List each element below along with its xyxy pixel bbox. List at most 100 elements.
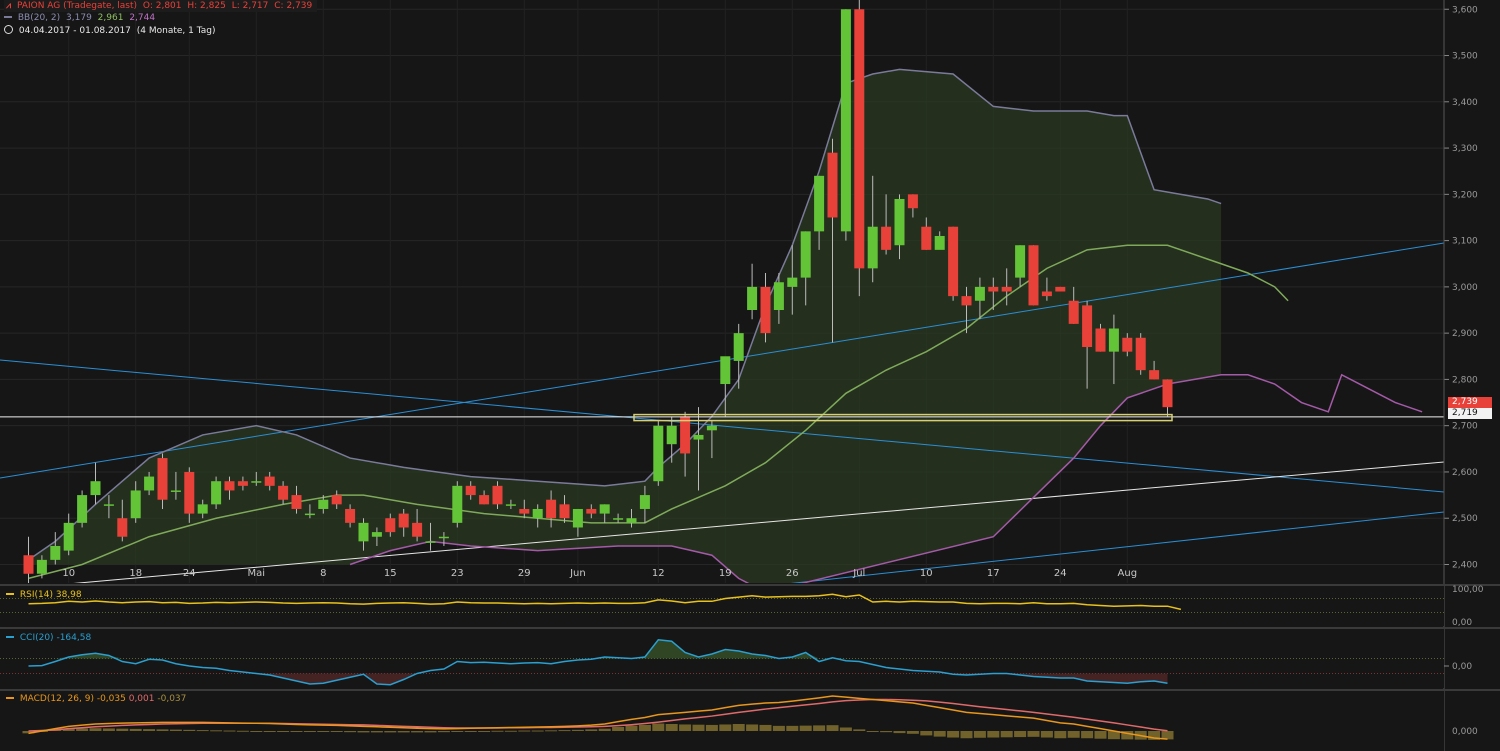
macd-histogram-bar [973,731,986,738]
macd-histogram-bar [102,728,115,731]
macd-histogram-bar [1054,731,1067,739]
candle-body [613,518,624,520]
candle-body [385,518,396,533]
macd-histogram-bar [732,724,745,731]
macd-histogram-bar [1027,731,1040,737]
candle-body [854,9,865,269]
x-tick-label: 10 [920,568,933,579]
candle-body [398,513,409,528]
candle-body [197,504,208,514]
clock-icon [4,25,13,34]
macd-histogram-bar [1014,731,1027,738]
candle [840,9,851,241]
macd-histogram-bar [411,731,424,733]
candle-body [988,286,999,292]
rsi-legend[interactable]: RSI(14) 38,98 [6,590,82,600]
macd-histogram-bar [317,731,330,732]
candle-body [184,471,195,514]
x-tick-label: Jul [852,568,865,579]
macd-histogram-bar [196,730,209,732]
macd-histogram-bar [585,729,598,731]
cci-legend[interactable]: CCI(20) -164,58 [6,633,91,643]
macd-histogram-bar [625,725,638,731]
y-tick-label: 3,300 [1452,144,1478,154]
date-range-legend[interactable]: 04.04.2017 - 01.08.2017 (4 Monate, 1 Tag… [4,25,219,37]
chart-canvas[interactable]: 10 18 24 Mai 8 15 23 29 Jun 12 19 26 Jul 10 17 24 Aug 2,… [0,0,1500,751]
candle-body [639,495,650,509]
macd-histogram-bar [772,725,785,731]
x-tick-label: 8 [320,568,326,579]
macd-swatch-icon [6,697,14,699]
candle [211,476,222,509]
rsi-panel[interactable]: 100,00 0,00 [0,584,1500,628]
y-tick-label: 3,500 [1452,52,1478,62]
x-tick-label: 24 [183,568,196,579]
macd-histogram-bar [303,731,316,732]
candle-body [961,296,972,306]
x-tick-label: Aug [1118,568,1138,579]
y-tick-label: 3,000 [1452,283,1478,293]
candle-body [1001,286,1012,292]
cci-panel[interactable]: 0,00 [0,627,1500,688]
macd-histogram-bar [277,731,290,732]
candle-body [800,231,811,278]
chart-workspace[interactable]: 10 18 24 Mai 8 15 23 29 Jun 12 19 26 Jul 10 17 24 Aug 2,… [0,0,1500,751]
bb-label: BB(20, 2) [17,13,61,23]
macd-histogram-bar [76,728,89,731]
rsi-axis-label: 100,00 [1452,585,1484,595]
candle-body [304,513,315,516]
candle-body [934,235,945,250]
candle-body [653,425,664,482]
macd-histogram-bar [223,730,236,732]
macd-axis-label: 0,000 [1452,727,1478,737]
rsi-value: 38,98 [55,590,82,600]
cci-value: -164,58 [56,633,92,643]
macd-legend[interactable]: MACD(12, 26, 9) -0,035 0,001 -0,037 [6,694,186,704]
candle-body [559,504,570,519]
candle-body [1015,245,1026,278]
macd-panel[interactable]: 0,000 [0,689,1500,751]
candle-body [599,504,610,514]
bollinger-swatch-icon [4,16,12,18]
candle-body [90,481,101,496]
candle-body [505,504,516,506]
candle-body [680,416,691,454]
macd-histogram-bar [531,730,544,732]
candle-body [77,495,88,523]
candle-body [278,485,289,500]
candle-body [130,490,141,519]
x-tick-label: Jun [569,568,586,579]
candle-body [760,286,771,334]
x-tick-label: 15 [384,568,397,579]
candle-body [747,286,758,311]
candle-body [264,476,275,486]
macd-histogram-bar [813,725,826,731]
y-axis: 2,400 2,500 2,600 2,700 2,800 2,900 3,000 3,100… [1443,0,1478,751]
candle-body [36,559,47,574]
macd-histogram-bar [397,731,410,733]
macd-histogram-bar [478,731,491,732]
cci-label: CCI(20) [19,633,54,643]
macd-histogram-bar [638,724,651,731]
macd-histogram-bar [692,724,705,731]
macd-histogram-bar [290,731,303,732]
rsi-swatch-icon [6,593,14,595]
candle-body [572,508,583,528]
y-tick-label: 3,100 [1452,237,1478,247]
x-tick-label: Mai [248,568,266,579]
price-legend[interactable]: ⩘ PAION AG (Tradegate, last) O: 2,801 H:… [4,0,318,12]
bb-upper-value: 3,179 [66,13,92,23]
macd-label: MACD(12, 26, 9) [19,694,94,704]
candle-body [773,282,784,311]
candle-body [626,518,637,523]
bollinger-legend[interactable]: BB(20, 2) 3,179 2,961 2,744 [4,12,158,24]
macd-histogram-bar [1094,731,1107,739]
macd-histogram-bar [344,731,357,733]
y-tick-label: 3,400 [1452,98,1478,108]
rsi-label: RSI(14) [19,590,53,600]
macd-histogram-bar [116,728,129,731]
candle-body [237,481,248,486]
high-value: H: 2,825 [187,1,226,11]
y-tick-label: 2,800 [1452,375,1478,385]
candle-body [867,226,878,269]
